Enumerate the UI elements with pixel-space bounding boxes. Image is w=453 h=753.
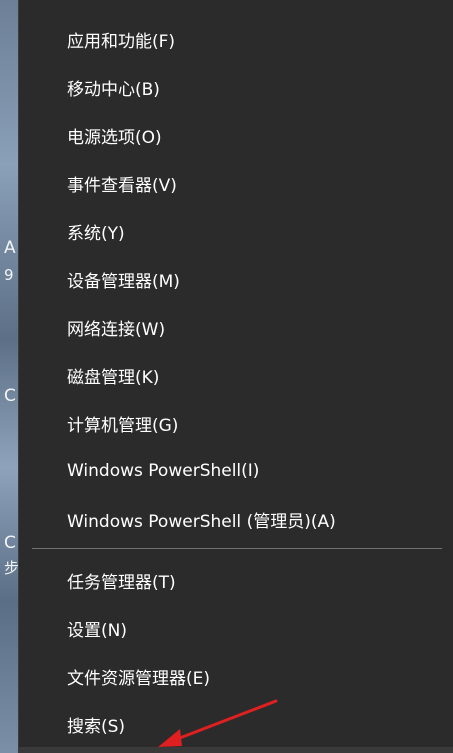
menu-item-label: 网络连接(W) — [67, 319, 166, 340]
menu-item-computer-management[interactable]: 计算机管理(G) — [19, 399, 453, 447]
menu-item-label: 设置(N) — [67, 620, 127, 641]
menu-item-power-options[interactable]: 电源选项(O) — [19, 111, 453, 159]
desktop-text-fragment: 步 — [4, 559, 20, 577]
desktop-text-fragment: C — [4, 533, 16, 553]
menu-item-label: 磁盘管理(K) — [67, 367, 160, 388]
desktop-text-fragment: A — [4, 238, 16, 258]
desktop-text-fragment: C — [4, 386, 16, 406]
menu-item-label: 设备管理器(M) — [67, 271, 180, 292]
menu-item-label: 应用和功能(F) — [67, 31, 176, 52]
menu-item-label: Windows PowerShell(I) — [67, 461, 260, 481]
desktop-background: A 9 C C 步 — [0, 0, 20, 753]
menu-item-label: 搜索(S) — [67, 716, 126, 737]
menu-item-label: Windows PowerShell (管理员)(A) — [67, 511, 336, 532]
menu-separator — [32, 548, 442, 549]
menu-item-label: 文件资源管理器(E) — [67, 668, 211, 689]
menu-item-disk-management[interactable]: 磁盘管理(K) — [19, 351, 453, 399]
menu-item-apps-and-features[interactable]: 应用和功能(F) — [19, 15, 453, 63]
menu-item-network-connections[interactable]: 网络连接(W) — [19, 303, 453, 351]
menu-item-powershell-admin[interactable]: Windows PowerShell (管理员)(A) — [19, 495, 453, 543]
menu-item-system[interactable]: 系统(Y) — [19, 207, 453, 255]
quick-link-context-menu: 应用和功能(F) 移动中心(B) 电源选项(O) 事件查看器(V) 系统(Y) … — [18, 0, 453, 753]
menu-item-label: 系统(Y) — [67, 223, 125, 244]
next-menu-item-partial[interactable] — [19, 747, 453, 753]
desktop-text-fragment: 9 — [4, 266, 14, 284]
menu-item-label: 电源选项(O) — [67, 127, 162, 148]
menu-item-label: 计算机管理(G) — [67, 415, 179, 436]
menu-item-label: 事件查看器(V) — [67, 175, 177, 196]
menu-item-device-manager[interactable]: 设备管理器(M) — [19, 255, 453, 303]
menu-item-powershell[interactable]: Windows PowerShell(I) — [19, 447, 453, 495]
menu-item-file-explorer[interactable]: 文件资源管理器(E) — [19, 652, 453, 700]
menu-item-task-manager[interactable]: 任务管理器(T) — [19, 556, 453, 604]
menu-item-settings[interactable]: 设置(N) — [19, 604, 453, 652]
menu-item-search[interactable]: 搜索(S) — [19, 700, 453, 748]
menu-item-label: 任务管理器(T) — [67, 572, 176, 593]
menu-item-event-viewer[interactable]: 事件查看器(V) — [19, 159, 453, 207]
menu-item-mobility-center[interactable]: 移动中心(B) — [19, 63, 453, 111]
menu-item-label: 移动中心(B) — [67, 79, 160, 100]
